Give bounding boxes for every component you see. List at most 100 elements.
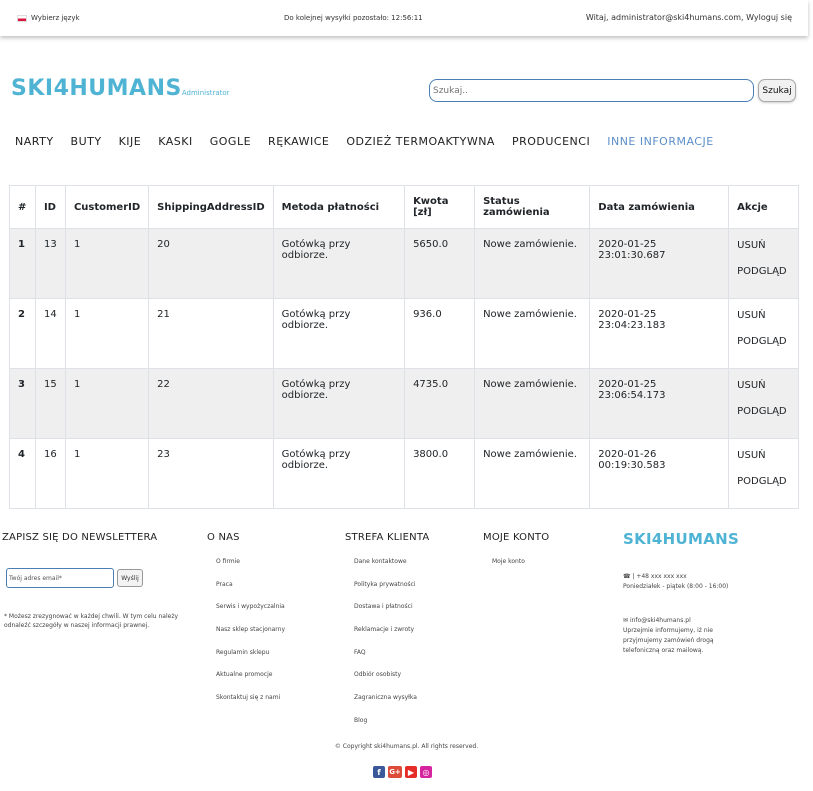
- social-links: f G+ ▶ ◎: [373, 766, 432, 778]
- main-nav: NARTY BUTY KIJE KASKI GOGLE RĘKAWICE ODZ…: [15, 135, 731, 148]
- phone-block: ☎ | +48 xxx xxx xxx Poniedziałek - piąte…: [623, 572, 728, 592]
- google-plus-icon[interactable]: G+: [388, 766, 402, 778]
- row-number: 2: [9, 298, 36, 369]
- footer-link[interactable]: Nasz sklep stacjonarny: [216, 626, 285, 649]
- preview-link[interactable]: PODGLĄD: [737, 468, 790, 495]
- shipping-address-id: 22: [148, 368, 274, 439]
- footer-link[interactable]: Reklamacje i zwroty: [354, 626, 417, 649]
- delete-link[interactable]: USUŃ: [737, 442, 790, 469]
- footer-link[interactable]: Blog: [354, 717, 417, 740]
- col-header: ShippingAddressID: [148, 185, 274, 229]
- logo-text: SKI4HUMANS: [11, 76, 182, 101]
- footer-logo: SKI4HUMANS: [623, 530, 740, 548]
- col-header: ID: [34, 185, 66, 229]
- language-label: Wybierz język: [31, 14, 80, 22]
- order-status: Nowe zamówienie.: [474, 368, 591, 439]
- nav-rekawice[interactable]: RĘKAWICE: [268, 135, 329, 148]
- amount: 936.0: [404, 298, 476, 369]
- preview-link[interactable]: PODGLĄD: [737, 258, 790, 285]
- customer-id: 1: [64, 298, 150, 369]
- instagram-icon[interactable]: ◎: [420, 766, 432, 778]
- user-greeting[interactable]: Witaj, administrator@ski4humans.com, Wyl…: [586, 13, 792, 22]
- order-date: 2020-01-25 23:01:30.687: [589, 228, 730, 299]
- preview-link[interactable]: PODGLĄD: [737, 328, 790, 355]
- col-header: Status zamówienia: [474, 185, 591, 229]
- newsletter-title: ZAPISZ SIĘ DO NEWSLETTERA: [2, 532, 158, 543]
- order-date: 2020-01-25 23:04:23.183: [589, 298, 730, 369]
- delete-link[interactable]: USUŃ: [737, 232, 790, 259]
- footer-link[interactable]: Zagraniczna wysyłka: [354, 694, 417, 717]
- payment-method: Gotówką przy odbiorze.: [272, 298, 406, 369]
- language-selector[interactable]: Wybierz język: [17, 14, 80, 22]
- col-header: Data zamówienia: [589, 185, 730, 229]
- copyright: © Copyright ski4humans.pl. All rights re…: [334, 743, 479, 750]
- email-note: Uprzejmie informujemy, iż nie przyjmujem…: [623, 627, 714, 654]
- order-id: 14: [34, 298, 66, 369]
- footer-link[interactable]: Odbiór osobisty: [354, 671, 417, 694]
- footer-link[interactable]: O firmie: [216, 558, 285, 581]
- row-number: 1: [9, 228, 36, 299]
- facebook-icon[interactable]: f: [373, 766, 385, 778]
- phone-number: | +48 xxx xxx xxx: [632, 573, 687, 580]
- order-status: Nowe zamówienie.: [474, 438, 591, 509]
- newsletter-email-input[interactable]: Twój adres email*: [6, 568, 114, 588]
- shipping-address-id: 23: [148, 438, 274, 509]
- search-input[interactable]: [429, 79, 754, 102]
- col-header: Metoda płatności: [272, 185, 406, 229]
- polish-flag-icon: [17, 14, 27, 22]
- footer-link[interactable]: Moje konto: [492, 558, 525, 581]
- site-logo[interactable]: SKI4HUMANSAdministrator: [11, 76, 230, 101]
- col-header: #: [9, 185, 36, 229]
- row-actions: USUŃ PODGLĄD: [728, 368, 799, 439]
- footer-link[interactable]: Skontaktuj się z nami: [216, 694, 285, 717]
- client-links: Dane kontaktowe Polityka prywatności Dos…: [354, 558, 417, 740]
- nav-odziez-termoaktywna[interactable]: ODZIEŻ TERMOAKTYWNA: [346, 135, 495, 148]
- footer-link[interactable]: Aktualne promocje: [216, 671, 285, 694]
- nav-kaski[interactable]: KASKI: [158, 135, 193, 148]
- footer-link[interactable]: Polityka prywatności: [354, 581, 417, 604]
- email-address[interactable]: info@ski4humans.pl: [630, 617, 691, 624]
- table-row: 1 13 1 20 Gotówką przy odbiorze. 5650.0 …: [9, 228, 799, 299]
- footer-link[interactable]: Regulamin sklepu: [216, 649, 285, 672]
- footer-link[interactable]: FAQ: [354, 649, 417, 672]
- delete-link[interactable]: USUŃ: [737, 372, 790, 399]
- mail-icon: ✉: [623, 617, 629, 624]
- account-title: MOJE KONTO: [483, 532, 550, 543]
- amount: 4735.0: [404, 368, 476, 439]
- phone-icon: ☎: [623, 573, 631, 580]
- payment-method: Gotówką przy odbiorze.: [272, 228, 406, 299]
- amount: 3800.0: [404, 438, 476, 509]
- newsletter-note: * Możesz zrezygnować w każdej chwili. W …: [4, 613, 179, 629]
- email-block: ✉ info@ski4humans.pl Uprzejmie informuje…: [623, 616, 733, 656]
- account-links: Moje konto: [492, 558, 525, 581]
- newsletter-send-button[interactable]: Wyślij: [117, 569, 143, 587]
- orders-table: # ID CustomerID ShippingAddressID Metoda…: [9, 185, 799, 509]
- delete-link[interactable]: USUŃ: [737, 302, 790, 329]
- nav-buty[interactable]: BUTY: [71, 135, 102, 148]
- footer-link[interactable]: Dostawa i płatności: [354, 603, 417, 626]
- logo-subtitle: Administrator: [181, 89, 230, 97]
- search-button[interactable]: Szukaj: [758, 79, 796, 102]
- footer-link[interactable]: Serwis i wypożyczalnia: [216, 603, 285, 626]
- nav-narty[interactable]: NARTY: [15, 135, 54, 148]
- shipping-address-id: 21: [148, 298, 274, 369]
- order-id: 13: [34, 228, 66, 299]
- order-status: Nowe zamówienie.: [474, 228, 591, 299]
- row-number: 3: [9, 368, 36, 439]
- row-number: 4: [9, 438, 36, 509]
- row-actions: USUŃ PODGLĄD: [728, 298, 799, 369]
- footer-link[interactable]: Dane kontaktowe: [354, 558, 417, 581]
- col-header: Kwota [zł]: [404, 185, 476, 229]
- col-header: Akcje: [728, 185, 799, 229]
- top-bar: Wybierz język Do kolejnej wysyłki pozost…: [0, 0, 808, 36]
- payment-method: Gotówką przy odbiorze.: [272, 368, 406, 439]
- nav-producenci[interactable]: PRODUCENCI: [512, 135, 590, 148]
- nav-kije[interactable]: KIJE: [119, 135, 142, 148]
- nav-inne-informacje[interactable]: INNE INFORMACJE: [607, 135, 713, 148]
- nav-gogle[interactable]: GOGLE: [210, 135, 251, 148]
- youtube-icon[interactable]: ▶: [405, 766, 417, 778]
- customer-id: 1: [64, 438, 150, 509]
- footer-link[interactable]: Praca: [216, 581, 285, 604]
- customer-id: 1: [64, 228, 150, 299]
- preview-link[interactable]: PODGLĄD: [737, 398, 790, 425]
